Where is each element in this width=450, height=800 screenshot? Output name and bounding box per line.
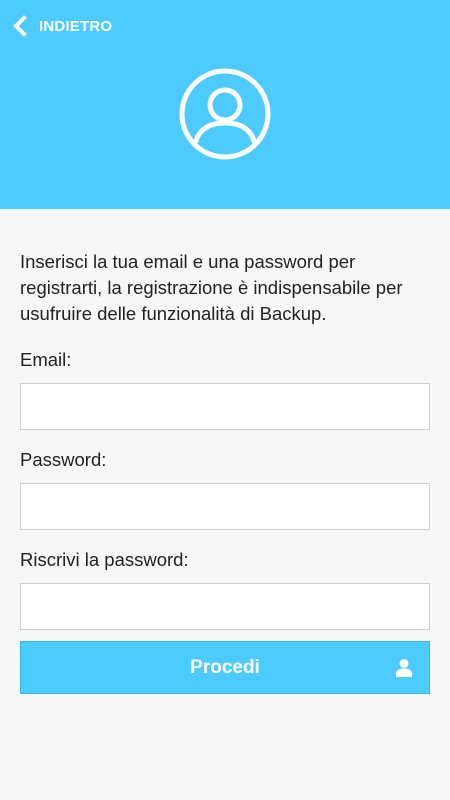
repeat-password-field[interactable] xyxy=(20,583,430,630)
email-label: Email: xyxy=(20,349,72,370)
back-button[interactable]: INDIETRO xyxy=(12,14,112,38)
submit-button[interactable]: Procedi xyxy=(20,641,430,694)
password-field[interactable] xyxy=(20,483,430,530)
user-circle-icon xyxy=(179,68,271,160)
user-icon xyxy=(396,659,412,677)
repeat-password-label: Riscrivi la password: xyxy=(20,549,189,570)
password-label: Password: xyxy=(20,449,107,470)
email-field[interactable] xyxy=(20,383,430,430)
chevron-left-icon xyxy=(13,15,27,37)
submit-label: Procedi xyxy=(190,656,260,678)
registration-form: Inserisci la tua email e una password pe… xyxy=(0,249,450,694)
header-bar: INDIETRO xyxy=(0,0,450,209)
intro-text: Inserisci la tua email e una password pe… xyxy=(20,251,403,324)
back-label: INDIETRO xyxy=(39,17,113,35)
